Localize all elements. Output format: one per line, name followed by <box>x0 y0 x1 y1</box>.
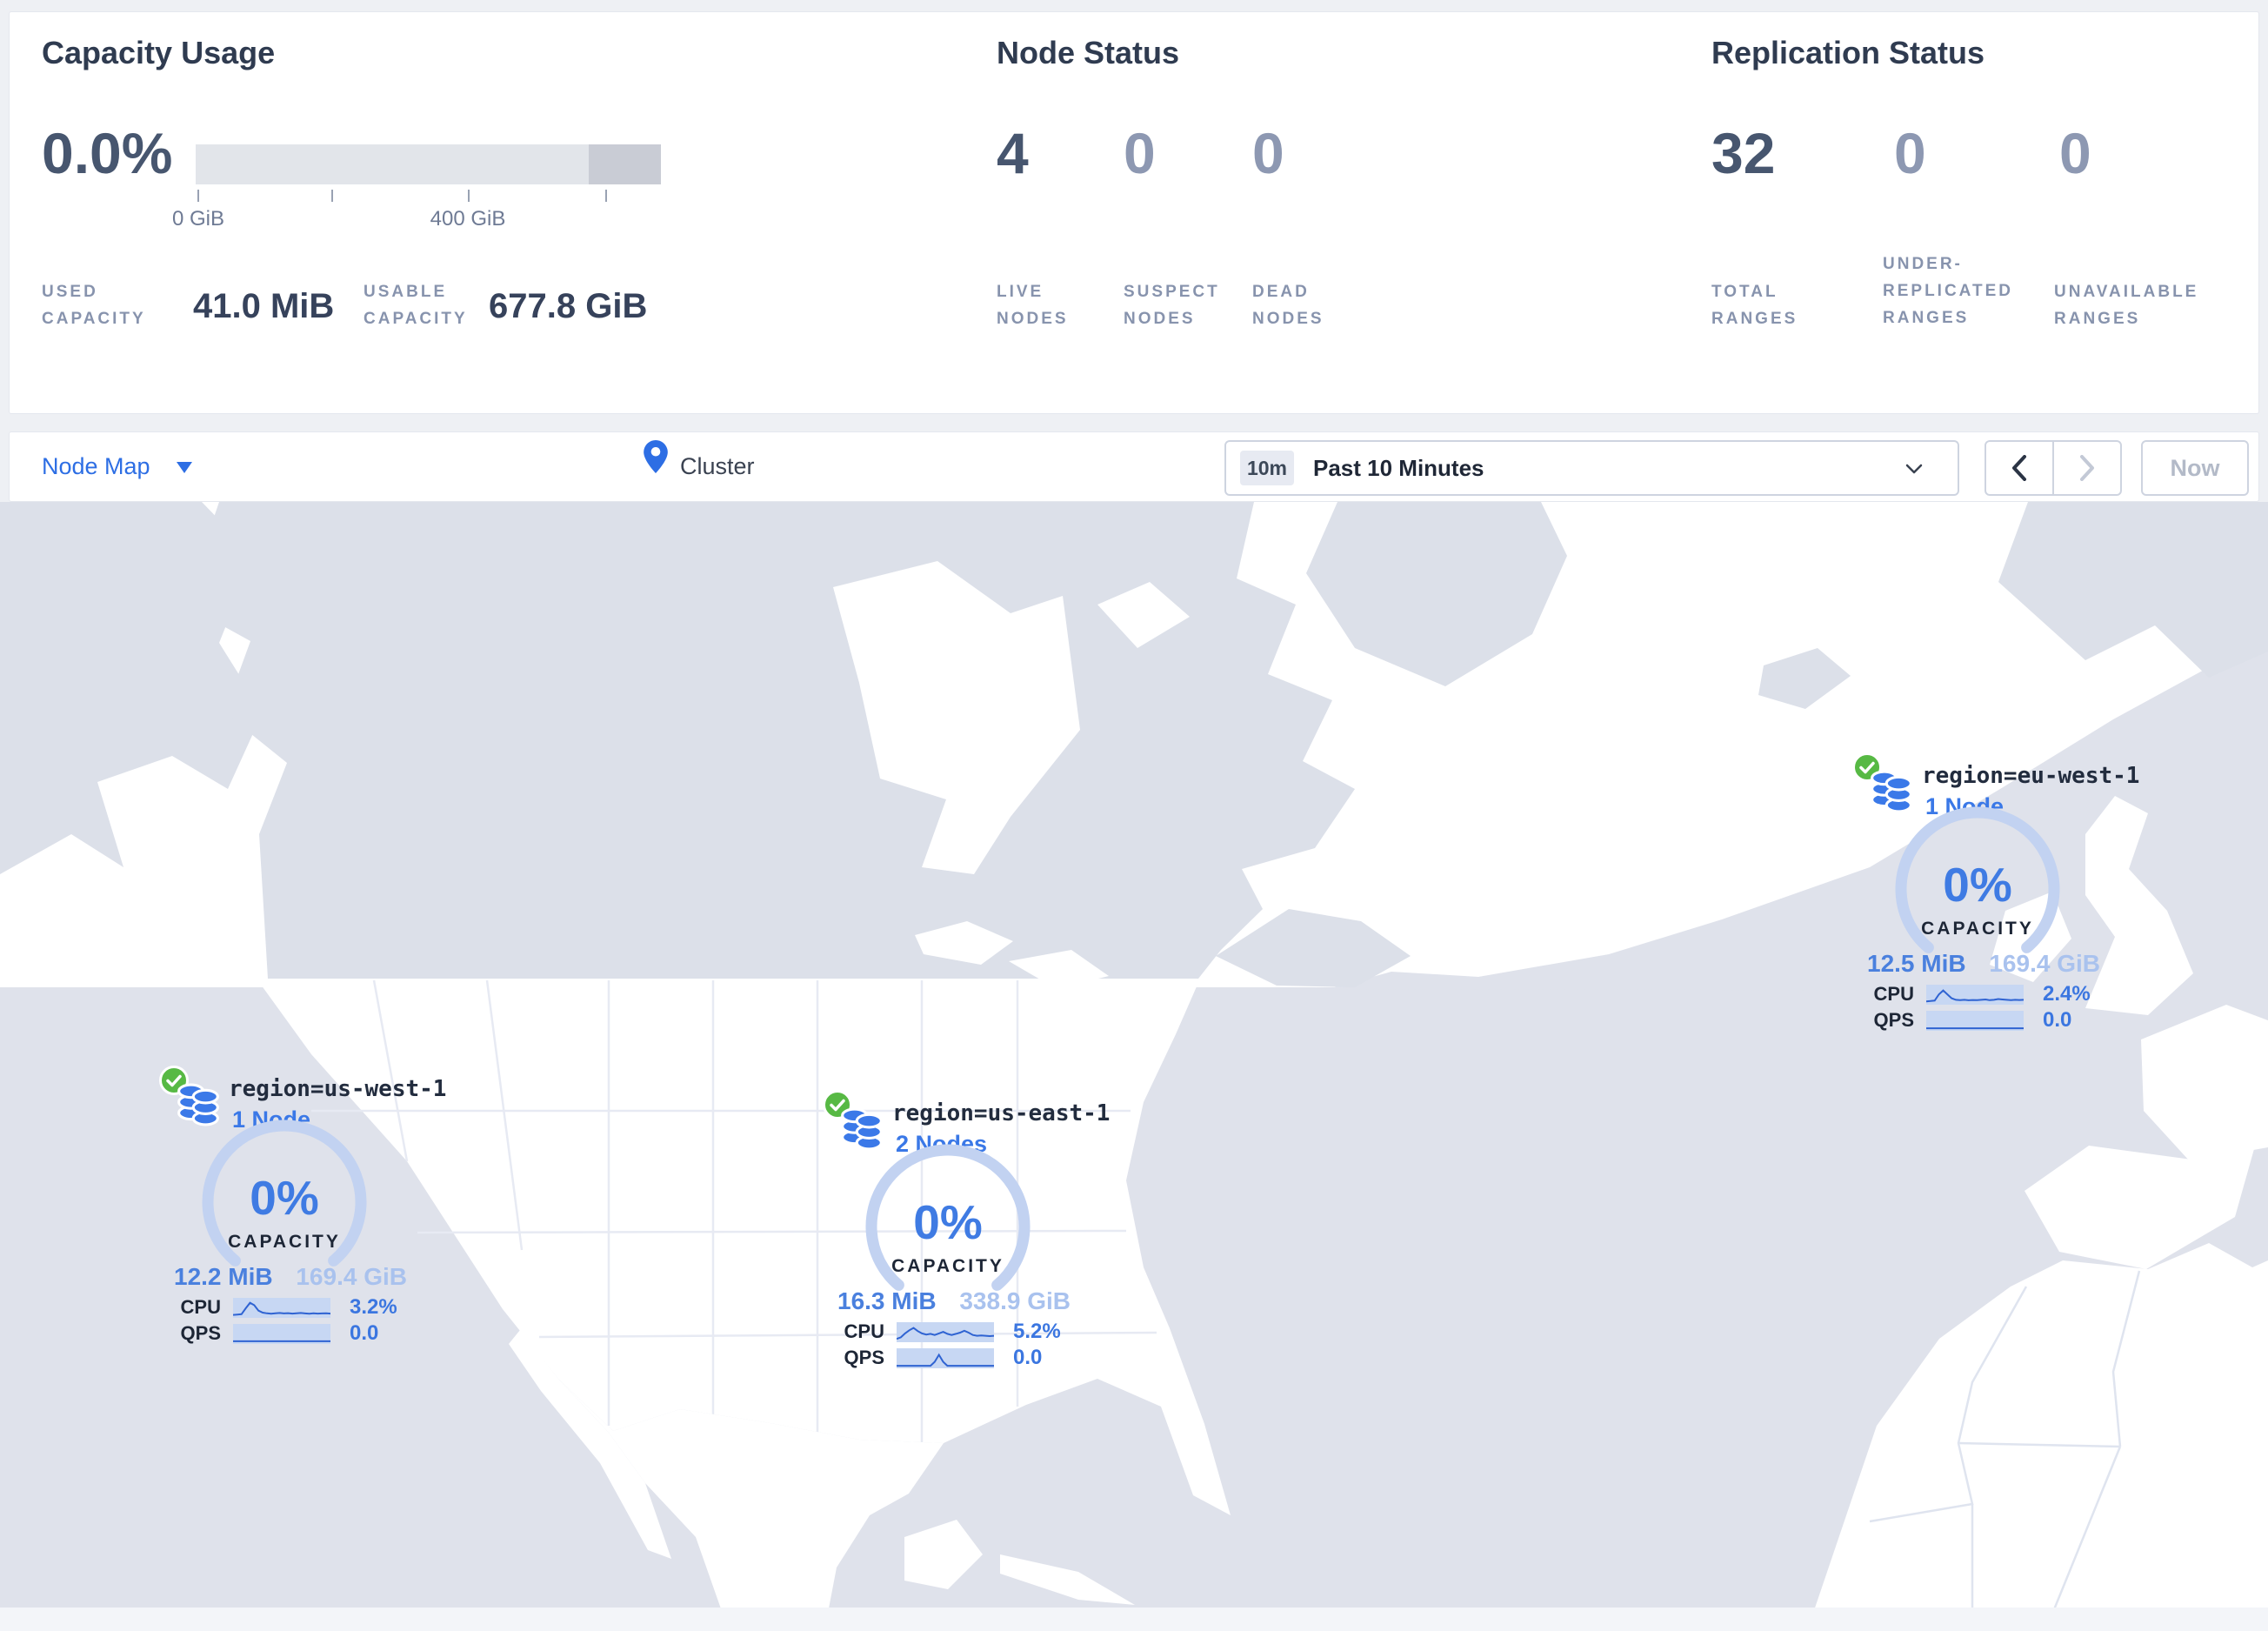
capacity-bar-reserved-segment <box>589 144 661 184</box>
time-back-button[interactable] <box>1986 442 2054 494</box>
node-status-title: Node Status <box>997 35 1180 70</box>
under-replicated-count: 0 <box>1894 121 1926 185</box>
capacity-percent: 0% <box>1943 858 2012 912</box>
time-range-value: Past 10 Minutes <box>1313 455 1484 481</box>
view-selector-dropdown[interactable]: Node Map <box>42 453 150 480</box>
capacity-percent: 0% <box>913 1195 983 1249</box>
replication-status-title: Replication Status <box>1711 35 1985 70</box>
used-capacity-label: USED CAPACITY <box>42 283 146 328</box>
cpu-sparkline <box>1925 984 2025 1005</box>
region-total-capacity: 169.4 GiB <box>296 1263 407 1290</box>
qps-value: 0.0 <box>1013 1346 1043 1369</box>
region-name: region=us-west-1 <box>229 1076 447 1102</box>
capacity-label: CAPACITY <box>891 1256 1004 1276</box>
region-total-capacity: 169.4 GiB <box>1989 950 2100 977</box>
cpu-label: CPU <box>1873 983 1914 1005</box>
used-capacity-value: 41.0 MiB <box>193 287 335 325</box>
usable-capacity-label: USABLE CAPACITY <box>364 283 468 328</box>
total-ranges-count: 32 <box>1711 121 1776 185</box>
capacity-label: CAPACITY <box>1921 919 2034 939</box>
capacity-label: CAPACITY <box>228 1232 341 1252</box>
total-ranges-label: TOTAL RANGES <box>1711 283 1798 328</box>
region-name: region=us-east-1 <box>892 1100 1111 1126</box>
region-used-capacity: 16.3 MiB <box>837 1287 937 1314</box>
unavailable-count: 0 <box>2059 121 2091 185</box>
region-marker-us-east-1[interactable]: region=us-east-1 2 Nodes 0% CAPACITY 16.… <box>822 1089 1110 1376</box>
under-replicated-label: UNDER- REPLICATED RANGES <box>1883 255 2013 327</box>
suspect-nodes-label: SUSPECT NODES <box>1124 283 1220 328</box>
capacity-scale-label-400: 400 GiB <box>430 207 506 231</box>
live-nodes-label: LIVE NODES <box>997 283 1069 328</box>
map-pin-icon <box>644 440 668 478</box>
capacity-scale-tick <box>197 190 199 202</box>
capacity-scale-tick <box>331 190 333 202</box>
suspect-nodes-count: 0 <box>1124 121 1156 185</box>
unavailable-label: UNAVAILABLE RANGES <box>2054 283 2199 328</box>
cpu-sparkline <box>896 1321 995 1342</box>
cpu-value: 2.4% <box>2043 982 2091 1006</box>
qps-value: 0.0 <box>350 1321 379 1345</box>
chevron-down-icon[interactable] <box>177 462 192 478</box>
capacity-usage-title: Capacity Usage <box>42 35 276 70</box>
qps-sparkline <box>897 1347 994 1368</box>
cpu-value: 5.2% <box>1013 1320 1061 1343</box>
capacity-scale-tick <box>605 190 607 202</box>
dead-nodes-count: 0 <box>1252 121 1284 185</box>
capacity-percent: 0.0% <box>42 121 173 185</box>
usable-capacity-value: 677.8 GiB <box>489 287 648 325</box>
qps-label: QPS <box>1873 1009 1914 1031</box>
region-name: region=eu-west-1 <box>1922 763 2140 789</box>
now-button[interactable]: Now <box>2141 440 2249 496</box>
qps-label: QPS <box>180 1322 221 1344</box>
live-nodes-count: 4 <box>997 121 1029 185</box>
region-used-capacity: 12.5 MiB <box>1867 950 1966 977</box>
region-marker-us-west-1[interactable]: region=us-west-1 1 Node 0% CAPACITY 12.2… <box>158 1065 446 1352</box>
capacity-scale-label-0: 0 GiB <box>171 207 225 231</box>
capacity-scale-tick <box>468 190 470 202</box>
qps-sparkline <box>233 1323 330 1344</box>
time-window-arrows <box>1984 440 2122 496</box>
region-used-capacity: 12.2 MiB <box>174 1263 273 1290</box>
cpu-value: 3.2% <box>350 1295 397 1319</box>
summary-panel <box>9 11 2259 414</box>
region-total-capacity: 338.9 GiB <box>959 1287 1071 1314</box>
qps-sparkline <box>1926 1010 2024 1031</box>
cpu-label: CPU <box>180 1296 221 1318</box>
cluster-overview-page: Capacity Usage 0.0% 0 GiB 400 GiB USED C… <box>0 0 2268 1631</box>
chevron-down-icon <box>1905 463 1923 478</box>
dead-nodes-label: DEAD NODES <box>1252 283 1324 328</box>
qps-value: 0.0 <box>2043 1008 2072 1032</box>
cpu-sparkline <box>232 1297 331 1318</box>
region-marker-eu-west-1[interactable]: region=eu-west-1 1 Node 0% CAPACITY 12.5… <box>1851 752 2139 1039</box>
time-forward-button[interactable] <box>2054 442 2120 494</box>
breadcrumb[interactable]: Cluster <box>680 453 755 480</box>
time-range-badge: 10m <box>1240 451 1294 485</box>
capacity-percent: 0% <box>250 1171 319 1225</box>
time-range-picker[interactable]: 10m Past 10 Minutes <box>1224 440 1959 496</box>
qps-label: QPS <box>844 1347 884 1368</box>
cpu-label: CPU <box>844 1320 884 1342</box>
